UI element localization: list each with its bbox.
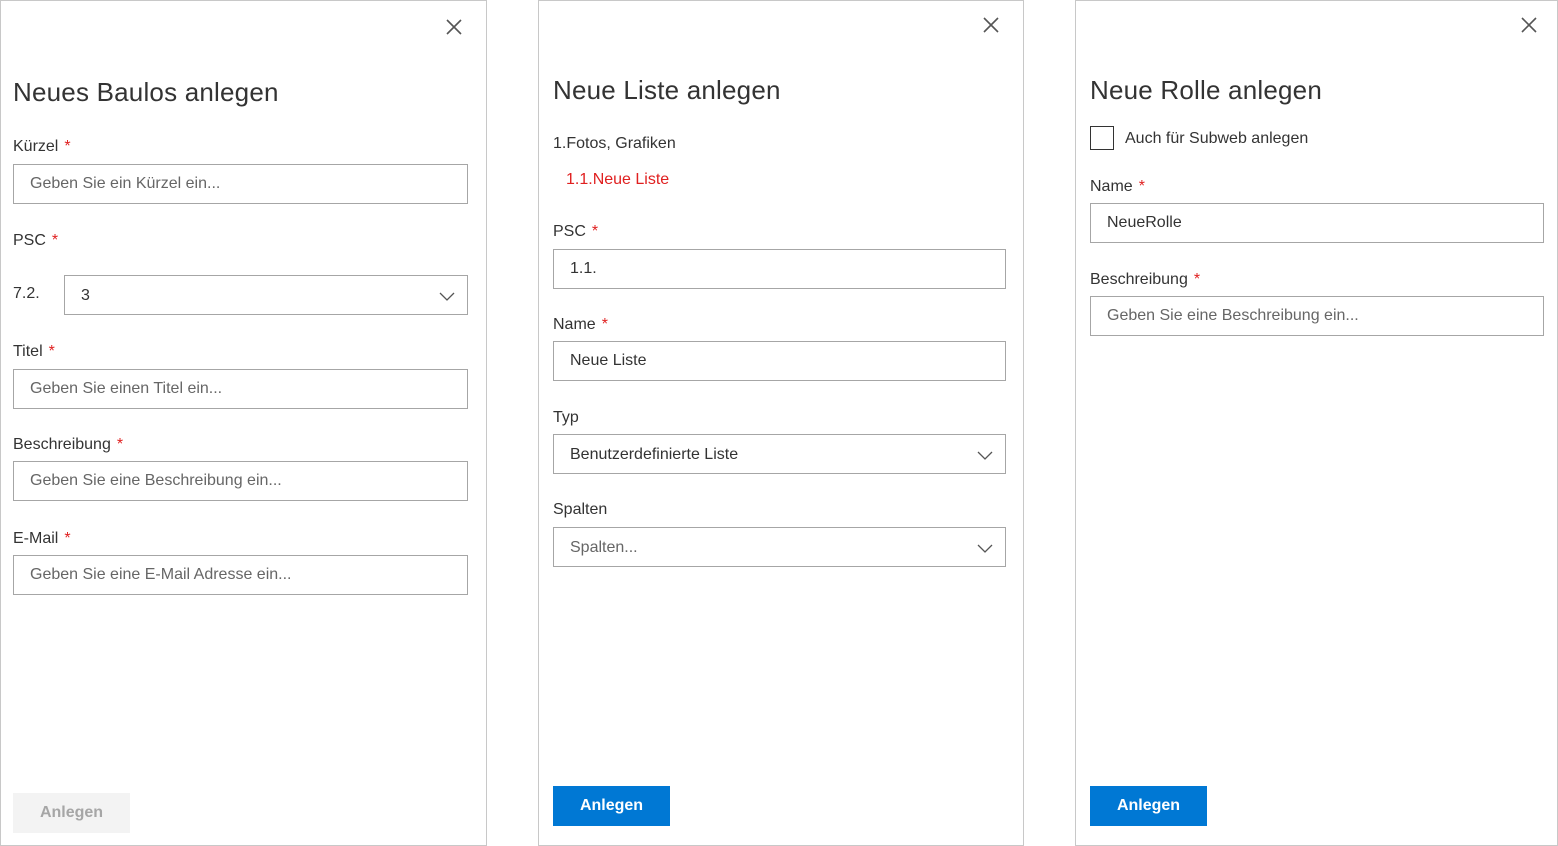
required-marker: * xyxy=(601,316,608,333)
anlegen-button-disabled[interactable]: Anlegen xyxy=(13,793,130,833)
kuerzel-label-text: Kürzel xyxy=(13,138,59,155)
typ-label: Typ xyxy=(553,409,579,426)
required-marker: * xyxy=(1193,271,1201,288)
required-marker: * xyxy=(51,232,59,249)
beschreibung-label: Beschreibung * xyxy=(13,436,123,454)
close-icon[interactable] xyxy=(981,15,1001,35)
panel-title: Neues Baulos anlegen xyxy=(13,77,279,107)
name-label-text: Name xyxy=(1090,178,1133,195)
required-marker: * xyxy=(591,223,599,240)
spalten-dropdown[interactable]: Spalten... xyxy=(553,527,1006,567)
titel-label: Titel * xyxy=(13,343,55,361)
required-marker: * xyxy=(116,436,124,453)
psc-label: PSC * xyxy=(553,223,598,241)
anlegen-button[interactable]: Anlegen xyxy=(553,786,670,826)
chevron-down-icon xyxy=(439,288,455,304)
psc-label-text: PSC xyxy=(553,223,586,240)
psc-dropdown[interactable]: 3 xyxy=(64,275,468,315)
name-input[interactable] xyxy=(553,341,1006,381)
subweb-checkbox-label: Auch für Subweb anlegen xyxy=(1125,130,1309,147)
kuerzel-input[interactable] xyxy=(13,164,468,204)
panel-neue-liste: Neue Liste anlegen 1.Fotos, Grafiken 1.1… xyxy=(538,0,1024,846)
panel-neues-baulos: Neues Baulos anlegen Kürzel * PSC * 7.2. 3… xyxy=(0,0,487,846)
name-label-text: Name xyxy=(553,316,596,333)
name-label: Name * xyxy=(1090,178,1145,196)
typ-dropdown[interactable]: Benutzerdefinierte Liste xyxy=(553,434,1006,474)
required-marker: * xyxy=(1138,178,1145,195)
beschreibung-input[interactable] xyxy=(13,461,468,501)
spalten-placeholder: Spalten... xyxy=(570,539,638,556)
parent-path: 1.Fotos, Grafiken xyxy=(553,135,676,152)
panel-neue-rolle: Neue Rolle anlegen Auch für Subweb anleg… xyxy=(1075,0,1558,846)
psc-selected-value: 3 xyxy=(81,287,90,304)
beschreibung-label-text: Beschreibung xyxy=(13,436,111,453)
chevron-down-icon xyxy=(977,540,993,556)
panel-title: Neue Rolle anlegen xyxy=(1090,75,1322,105)
psc-label-text: PSC xyxy=(13,232,46,249)
email-label: E-Mail * xyxy=(13,530,71,548)
panel-title: Neue Liste anlegen xyxy=(553,75,781,105)
email-input[interactable] xyxy=(13,555,468,595)
email-label-text: E-Mail xyxy=(13,530,59,547)
psc-label: PSC * xyxy=(13,232,58,250)
close-icon[interactable] xyxy=(444,17,464,37)
typ-selected-value: Benutzerdefinierte Liste xyxy=(570,446,739,463)
beschreibung-label: Beschreibung * xyxy=(1090,271,1200,289)
required-marker: * xyxy=(64,530,71,547)
required-marker: * xyxy=(64,138,71,155)
subweb-checkbox[interactable] xyxy=(1090,126,1114,150)
required-marker: * xyxy=(48,343,55,360)
close-icon[interactable] xyxy=(1519,15,1539,35)
kuerzel-label: Kürzel * xyxy=(13,138,71,156)
name-input[interactable] xyxy=(1090,203,1544,243)
psc-prefix: 7.2. xyxy=(13,285,40,302)
titel-label-text: Titel xyxy=(13,343,43,360)
new-item-path: 1.1.Neue Liste xyxy=(566,171,670,188)
beschreibung-input[interactable] xyxy=(1090,296,1544,336)
anlegen-button[interactable]: Anlegen xyxy=(1090,786,1207,826)
beschreibung-label-text: Beschreibung xyxy=(1090,271,1188,288)
chevron-down-icon xyxy=(977,447,993,463)
psc-input[interactable] xyxy=(553,249,1006,289)
titel-input[interactable] xyxy=(13,369,468,409)
spalten-label: Spalten xyxy=(553,501,608,518)
name-label: Name * xyxy=(553,316,608,334)
